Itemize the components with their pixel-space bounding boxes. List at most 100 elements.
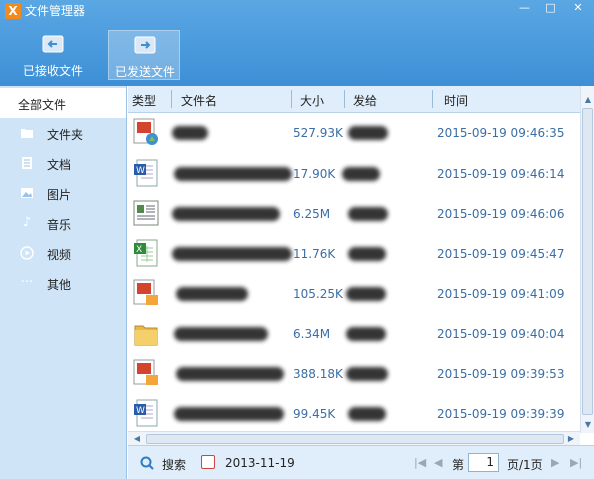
sidebar-item-pictures[interactable]: 图片: [0, 178, 126, 208]
sidebar-item-documents[interactable]: 文档: [0, 148, 126, 178]
page-prefix-label: 第: [452, 458, 465, 472]
file-time: 2015-09-19 09:46:06: [437, 207, 565, 221]
sent-files-button[interactable]: 已发送文件: [108, 30, 180, 80]
table-row[interactable]: 6.25M 2015-09-19 09:46:06: [128, 194, 580, 234]
inbox-arrow-icon: [42, 35, 64, 53]
scroll-down-arrow-icon[interactable]: ▼: [581, 418, 594, 432]
column-divider[interactable]: [432, 90, 433, 108]
excel-doc-icon: X: [134, 239, 158, 267]
sidebar-item-label: 音乐: [47, 218, 72, 232]
redacted-filename: [174, 327, 268, 341]
date-filter[interactable]: 2013-11-19: [225, 456, 295, 470]
sidebar-item-music[interactable]: ♪ 音乐: [0, 208, 126, 238]
file-time: 2015-09-19 09:45:47: [437, 247, 565, 261]
scroll-thumb[interactable]: [582, 108, 593, 415]
ppt-image-icon: [133, 279, 158, 305]
file-size: 17.90K: [293, 167, 336, 181]
table-row[interactable]: W 17.90K 2015-09-19 09:46:14: [128, 154, 580, 194]
redacted-recipient: [346, 327, 386, 341]
file-list-header: 类型 文件名 大小 发给 时间: [128, 86, 594, 113]
search-icon[interactable]: [140, 456, 154, 470]
sidebar-item-label: 全部文件: [18, 98, 67, 112]
column-divider[interactable]: [344, 90, 345, 108]
vertical-scrollbar[interactable]: ▲ ▼: [580, 86, 594, 433]
search-button[interactable]: 搜索: [162, 456, 186, 473]
column-header-sender[interactable]: 发给: [353, 92, 377, 109]
redacted-filename: [172, 247, 292, 261]
sidebar-item-video[interactable]: 视频: [0, 238, 126, 268]
sidebar-item-folders[interactable]: 文件夹: [0, 118, 126, 148]
outbox-arrow-icon: [134, 36, 156, 54]
page-suffix-label: 页/1页: [507, 458, 543, 472]
calendar-icon[interactable]: [201, 455, 215, 469]
file-time: 2015-09-19 09:40:04: [437, 327, 565, 341]
file-time: 2015-09-19 09:41:09: [437, 287, 565, 301]
folder-icon: [21, 129, 33, 138]
file-time: 2015-09-19 09:46:14: [437, 167, 565, 181]
sidebar-item-label: 文件夹: [47, 128, 84, 142]
scroll-right-arrow-icon[interactable]: ▶: [564, 432, 578, 446]
file-size: 11.76K: [293, 247, 336, 261]
received-files-label: 已接收文件: [22, 64, 83, 78]
table-row[interactable]: W 99.45K 2015-09-19 09:39:39: [128, 394, 580, 430]
redacted-filename: [176, 287, 248, 301]
music-icon: ♪: [22, 215, 32, 230]
window-title: 文件管理器: [25, 4, 86, 18]
sidebar-item-label: 其他: [47, 278, 72, 292]
next-page-icon[interactable]: ▶: [551, 456, 559, 469]
column-header-type[interactable]: 类型: [132, 92, 156, 109]
sidebar-item-label: 文档: [47, 158, 72, 172]
scroll-thumb[interactable]: [146, 434, 564, 444]
file-size: 99.45K: [293, 407, 336, 421]
sidebar: 全部文件 文件夹 文档 图片 ♪ 音乐 视频 ··· 其他: [0, 86, 127, 479]
column-header-size[interactable]: 大小: [300, 92, 324, 109]
folder-file-icon: [134, 325, 158, 346]
previous-page-icon[interactable]: ◀: [434, 456, 442, 469]
file-size: 105.25K: [293, 287, 343, 301]
table-row[interactable]: 527.93K 2015-09-19 09:46:35: [128, 113, 580, 153]
ppt-image-icon: [133, 118, 158, 145]
redacted-recipient: [348, 207, 388, 221]
sidebar-item-label: 视频: [47, 248, 72, 262]
sidebar-item-label: 图片: [47, 188, 72, 202]
scroll-up-arrow-icon[interactable]: ▲: [581, 93, 594, 107]
generic-doc-icon: [133, 200, 159, 226]
minimize-button[interactable]: —: [512, 0, 537, 17]
word-doc-icon: W: [134, 399, 158, 427]
close-button[interactable]: ✕: [564, 0, 592, 17]
svg-text:W: W: [136, 166, 145, 176]
page-number-input[interactable]: 1: [468, 453, 499, 472]
title-bar: X 文件管理器 — □ ✕ 已接收文件 已发送文件: [0, 0, 594, 86]
maximize-button[interactable]: □: [538, 0, 563, 17]
sidebar-item-all-files[interactable]: 全部文件: [0, 88, 126, 118]
app-logo-icon: X: [5, 3, 21, 19]
first-page-icon[interactable]: |◀: [414, 456, 426, 469]
received-files-button[interactable]: 已接收文件: [17, 30, 89, 80]
picture-icon: [21, 188, 33, 198]
column-divider[interactable]: [291, 90, 292, 108]
file-list: 527.93K 2015-09-19 09:46:35 W 17.90K 201…: [128, 113, 580, 430]
table-row[interactable]: 6.34M 2015-09-19 09:40:04: [128, 314, 580, 354]
table-row[interactable]: 105.25K 2015-09-19 09:41:09: [128, 274, 580, 314]
scroll-left-arrow-icon[interactable]: ◀: [130, 432, 144, 446]
file-time: 2015-09-19 09:39:53: [437, 367, 565, 381]
horizontal-scrollbar[interactable]: ◀ ▶: [128, 431, 580, 445]
svg-text:W: W: [136, 406, 145, 416]
svg-text:X: X: [136, 245, 142, 255]
redacted-filename: [176, 367, 284, 381]
redacted-recipient: [348, 126, 388, 140]
redacted-recipient: [342, 167, 380, 181]
column-header-name[interactable]: 文件名: [181, 92, 217, 109]
ppt-image-icon: [133, 359, 158, 385]
redacted-filename: [172, 126, 208, 140]
redacted-recipient: [346, 287, 386, 301]
file-size: 388.18K: [293, 367, 343, 381]
more-icon: ···: [20, 275, 34, 290]
table-row[interactable]: X 11.76K 2015-09-19 09:45:47: [128, 234, 580, 274]
table-row[interactable]: 388.18K 2015-09-19 09:39:53: [128, 354, 580, 394]
video-icon: [20, 246, 34, 260]
sidebar-item-other[interactable]: ··· 其他: [0, 268, 126, 298]
column-header-time[interactable]: 时间: [444, 92, 468, 109]
column-divider[interactable]: [171, 90, 172, 108]
last-page-icon[interactable]: ▶|: [570, 456, 582, 469]
